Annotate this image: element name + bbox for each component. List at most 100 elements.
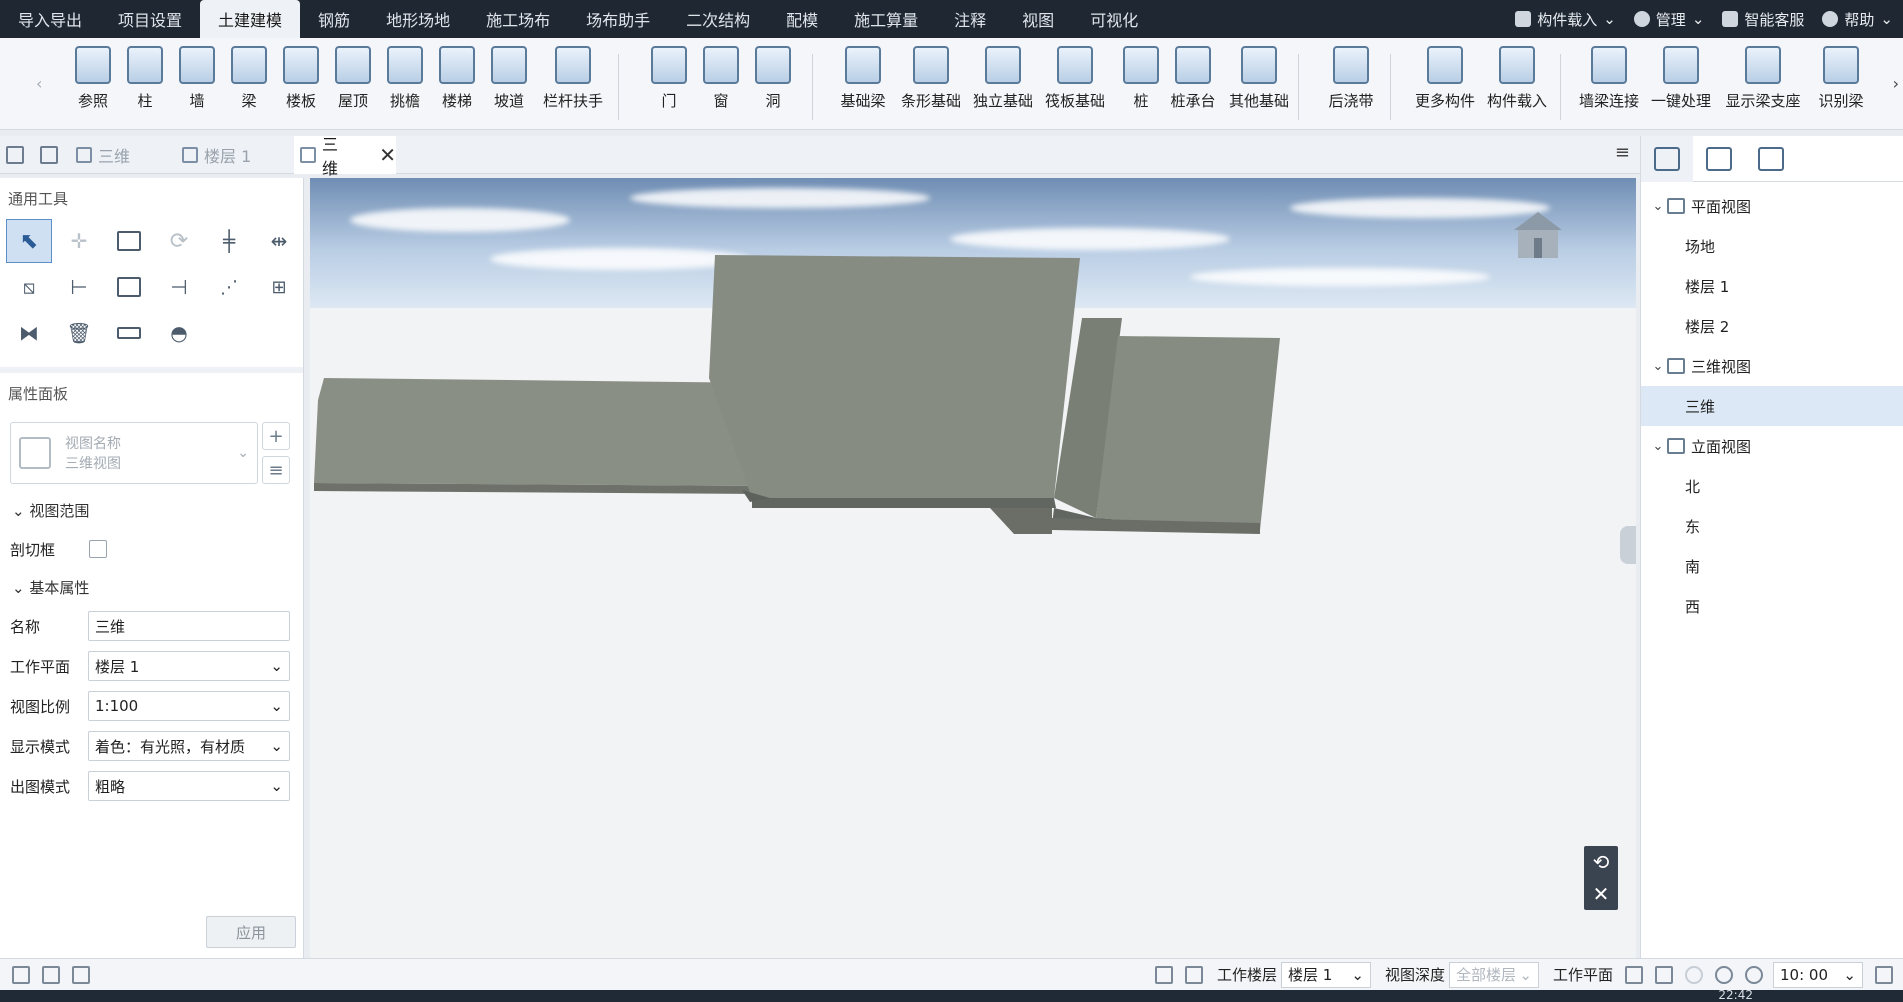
ribbon-button[interactable]: 显示梁支座 bbox=[1726, 46, 1801, 111]
tree-group[interactable]: ⌄ 立面视图 bbox=[1641, 426, 1903, 466]
menu-tab[interactable]: 配模 bbox=[768, 0, 836, 38]
ribbon-button[interactable]: 一键处理 bbox=[1651, 46, 1711, 111]
tab-views[interactable] bbox=[1641, 136, 1693, 182]
property-select[interactable]: 1:100 ⌄ bbox=[88, 691, 290, 721]
ribbon-button[interactable]: 楼板 bbox=[272, 46, 330, 111]
reset-view-icon[interactable]: ⟲ bbox=[1593, 850, 1610, 874]
ribbon-button[interactable]: 墙 bbox=[168, 46, 226, 111]
list-settings-button[interactable]: ≡ bbox=[262, 456, 290, 484]
display-settings-icon[interactable] bbox=[1655, 965, 1673, 984]
menu-tab[interactable]: 施工场布 bbox=[468, 0, 568, 38]
ribbon-button[interactable]: 条形基础 bbox=[901, 46, 961, 111]
tree-item[interactable]: 东 bbox=[1641, 506, 1903, 546]
ribbon-button[interactable]: 参照 bbox=[64, 46, 122, 111]
layout-single-icon[interactable] bbox=[12, 965, 30, 984]
tab-layout[interactable] bbox=[1745, 136, 1797, 182]
menu-tab[interactable]: 项目设置 bbox=[100, 0, 200, 38]
property-select[interactable]: 着色：有光照，有材质 ⌄ bbox=[88, 731, 290, 761]
ribbon-button[interactable]: 后浇带 bbox=[1322, 46, 1380, 111]
close-tab-icon[interactable]: ✕ bbox=[379, 143, 396, 167]
measure-tool[interactable] bbox=[106, 311, 152, 355]
tab-menu-icon[interactable]: ≡ bbox=[1615, 142, 1630, 163]
ribbon-button[interactable]: 桩 bbox=[1112, 46, 1170, 111]
ribbon-scroll-right[interactable]: › bbox=[1893, 74, 1899, 93]
move-tool[interactable]: ✛ bbox=[56, 219, 102, 263]
ribbon-button[interactable]: 桩承台 bbox=[1164, 46, 1222, 111]
menu-tab[interactable]: 注释 bbox=[936, 0, 1004, 38]
tab-3d-view-active[interactable]: 三维 ✕ bbox=[294, 135, 396, 178]
ribbon-scroll-left[interactable]: ‹ bbox=[36, 74, 42, 93]
ribbon-button[interactable]: 基础梁 bbox=[834, 46, 892, 111]
help-button[interactable]: 帮助 ⌄ bbox=[1822, 9, 1893, 30]
add-view-button[interactable]: + bbox=[262, 422, 290, 450]
ribbon-button[interactable]: 门 bbox=[640, 46, 698, 111]
align-tool[interactable] bbox=[106, 265, 152, 309]
tab-floor-1[interactable]: 楼层 1 bbox=[176, 136, 292, 174]
view-type-selector[interactable]: 视图名称 三维视图 ⌄ bbox=[10, 422, 258, 484]
tree-item[interactable]: 南 bbox=[1641, 546, 1903, 586]
view-depth-select[interactable]: 全部楼层 ⌄ bbox=[1448, 961, 1539, 988]
rotate-tool[interactable]: ⟳ bbox=[156, 219, 202, 263]
ribbon-button[interactable]: 窗 bbox=[692, 46, 750, 111]
ribbon-button[interactable]: 柱 bbox=[116, 46, 174, 111]
restore-window-icon[interactable] bbox=[6, 146, 24, 164]
property-select[interactable]: 楼层 1 ⌄ bbox=[88, 651, 290, 681]
ribbon-button[interactable]: 梁 bbox=[220, 46, 278, 111]
tree-item[interactable]: 西 bbox=[1641, 586, 1903, 626]
tree-item[interactable]: 北 bbox=[1641, 466, 1903, 506]
group-basic-properties[interactable]: ⌄ 基本属性 bbox=[0, 569, 303, 606]
manage-menu[interactable]: 管理 ⌄ bbox=[1633, 9, 1704, 30]
group-view-range[interactable]: ⌄ 视图范围 bbox=[0, 492, 303, 529]
ribbon-button[interactable]: 栏杆扶手 bbox=[543, 46, 603, 111]
tree-item[interactable]: 楼层 1 bbox=[1641, 266, 1903, 306]
work-floor-select[interactable]: 楼层 1 ⌄ bbox=[1280, 961, 1371, 988]
ribbon-button[interactable]: 洞 bbox=[744, 46, 802, 111]
delete-tool[interactable]: 🗑 bbox=[56, 311, 102, 355]
grid-layout-icon[interactable] bbox=[40, 146, 58, 164]
menu-tab[interactable]: 导入导出 bbox=[0, 0, 100, 38]
tree-item[interactable]: 三维 bbox=[1641, 386, 1903, 426]
ribbon-button[interactable]: 挑檐 bbox=[376, 46, 434, 111]
component-load-menu[interactable]: 构件载入 ⌄ bbox=[1515, 9, 1616, 30]
tab-visibility[interactable] bbox=[1693, 136, 1745, 182]
ribbon-button[interactable]: 识别梁 bbox=[1812, 46, 1870, 111]
close-icon[interactable]: ✕ bbox=[1593, 882, 1610, 906]
menu-tab[interactable]: 钢筋 bbox=[300, 0, 368, 38]
ribbon-button[interactable]: 构件载入 bbox=[1487, 46, 1547, 111]
menu-tab[interactable]: 土建建模 bbox=[200, 0, 301, 38]
apply-button[interactable]: 应用 bbox=[206, 916, 296, 948]
work-plane-icon[interactable] bbox=[1625, 965, 1643, 984]
layout-grid-icon[interactable] bbox=[72, 965, 90, 984]
copy-tool[interactable] bbox=[106, 219, 152, 263]
break-tool[interactable]: ⋰ bbox=[206, 265, 252, 309]
time-of-day-select[interactable]: 10: 00 ⌄ bbox=[1773, 961, 1863, 988]
trim-tool[interactable]: ╪ bbox=[206, 219, 252, 263]
tab-3d-view-1[interactable]: 三维 bbox=[70, 136, 176, 174]
cube-view-icon[interactable] bbox=[1875, 965, 1893, 984]
ribbon-button[interactable]: 楼梯 bbox=[428, 46, 486, 111]
menu-tab[interactable]: 施工算量 bbox=[836, 0, 936, 38]
tree-group[interactable]: ⌄ 平面视图 bbox=[1641, 186, 1903, 226]
offset-tool[interactable]: ⊣ bbox=[156, 265, 202, 309]
split-tool[interactable]: ⇹ bbox=[256, 219, 302, 263]
property-select[interactable]: 粗略 ⌄ bbox=[88, 771, 290, 801]
array-tool[interactable]: ⊞ bbox=[256, 265, 302, 309]
ribbon-button[interactable]: 筏板基础 bbox=[1045, 46, 1105, 111]
floor-plan-icon[interactable] bbox=[1184, 965, 1203, 984]
ribbon-button[interactable]: 屋顶 bbox=[324, 46, 382, 111]
tree-item[interactable]: 场地 bbox=[1641, 226, 1903, 266]
menu-tab[interactable]: 可视化 bbox=[1072, 0, 1156, 38]
ribbon-button[interactable]: 更多构件 bbox=[1415, 46, 1475, 111]
extend-tool[interactable]: ⧅ bbox=[6, 265, 52, 309]
dimension-tool[interactable]: ⊢ bbox=[56, 265, 102, 309]
collapse-right-panel-handle[interactable] bbox=[1620, 526, 1636, 564]
ribbon-button[interactable]: 其他基础 bbox=[1229, 46, 1289, 111]
ribbon-button[interactable]: 墙梁连接 bbox=[1579, 46, 1639, 111]
3d-viewport[interactable]: ⟲ ✕ bbox=[310, 178, 1636, 958]
smart-service-button[interactable]: 智能客服 bbox=[1722, 9, 1804, 30]
zoom-fit-icon[interactable] bbox=[1154, 965, 1173, 984]
tree-group[interactable]: ⌄ 三维视图 bbox=[1641, 346, 1903, 386]
tree-item[interactable]: 楼层 2 bbox=[1641, 306, 1903, 346]
menu-tab[interactable]: 场布助手 bbox=[568, 0, 668, 38]
ribbon-button[interactable]: 独立基础 bbox=[973, 46, 1033, 111]
